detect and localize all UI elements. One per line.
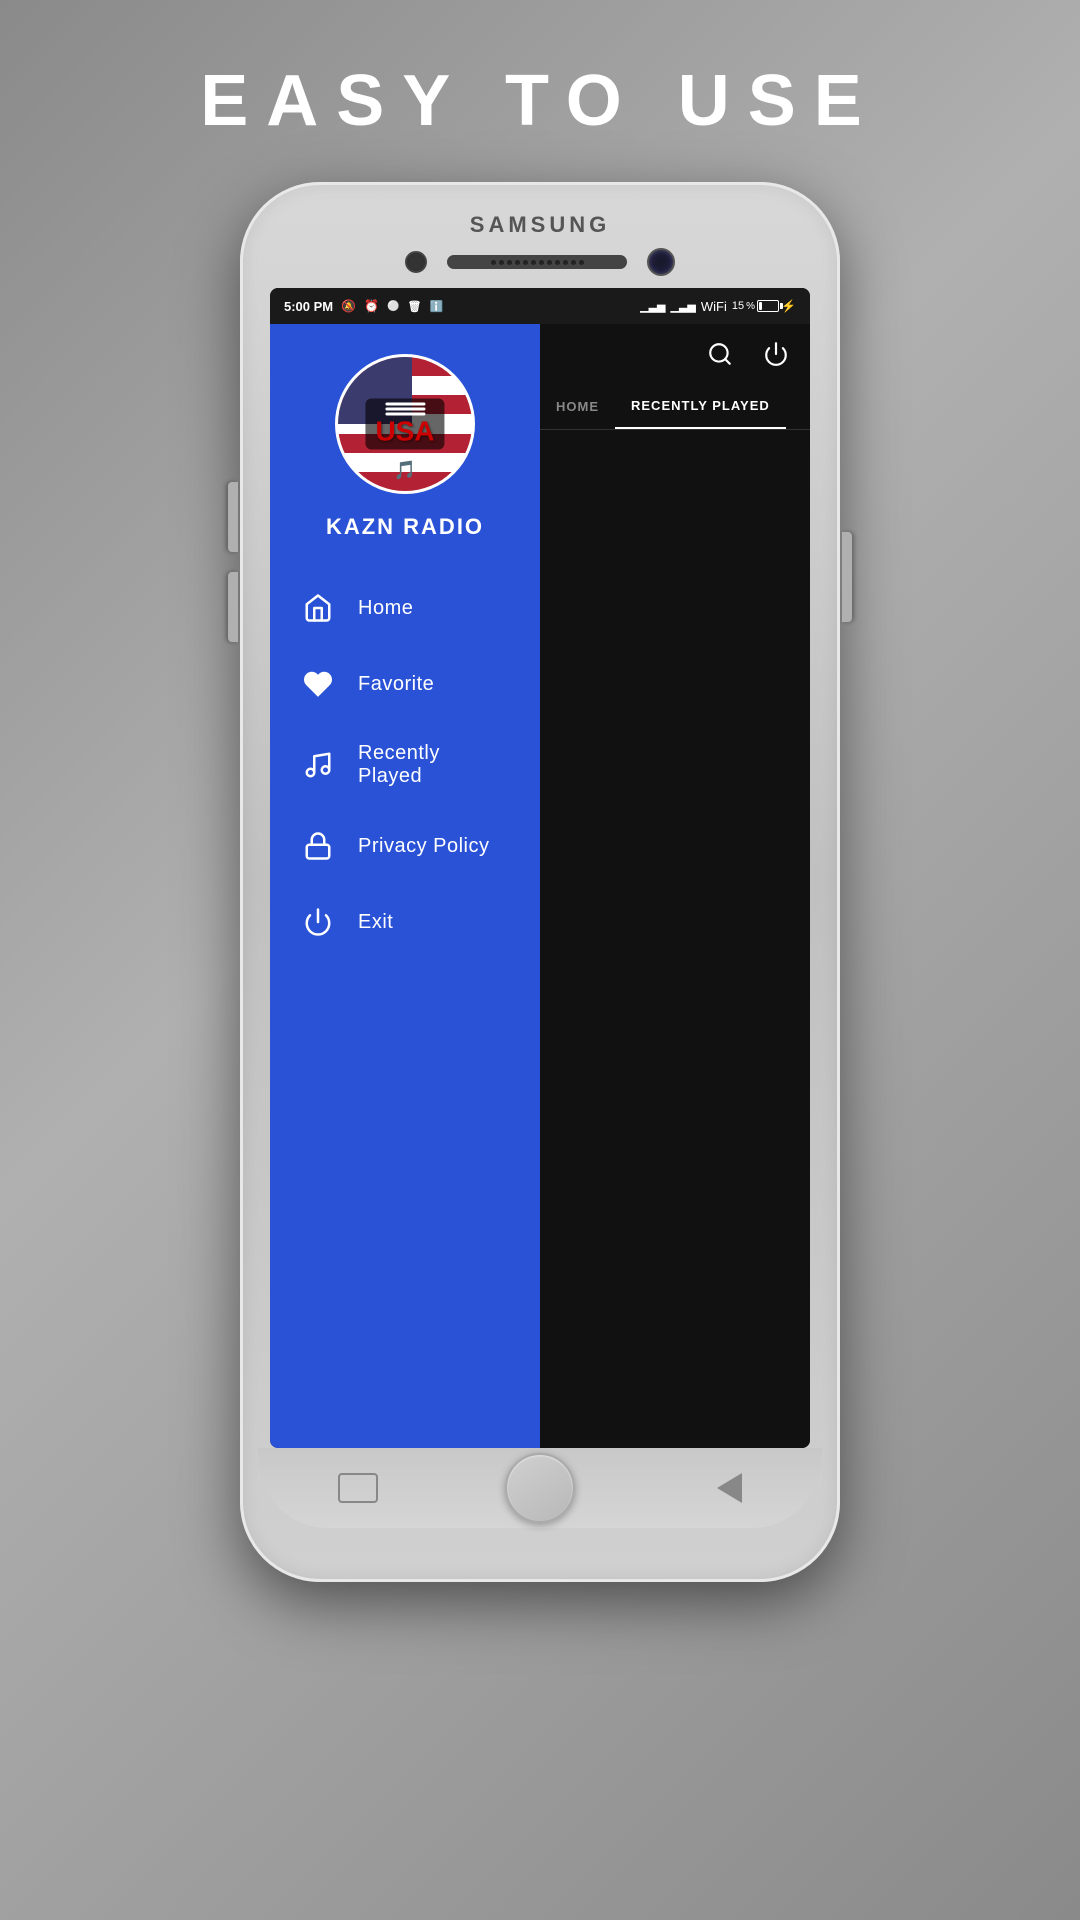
usa-flag-background: USA 🎵 [338,357,472,491]
wifi-icon: WiFi [701,299,727,314]
power-side-button[interactable] [842,532,852,622]
nav-item-favorite[interactable]: Favorite [270,646,540,722]
nav-item-recently-played[interactable]: Recently Played [270,722,540,808]
phone-bottom-bar [258,1448,822,1528]
alarm-icon: ⏰ [364,299,379,313]
signal-icon: ▁▃▅ [640,300,665,313]
favorite-label: Favorite [358,673,434,696]
tab-recently-played[interactable]: RECENTLY PLAYED [615,384,786,429]
navigation-drawer: USA 🎵 KAZN RADIO [270,324,540,1448]
signal2-icon: ▁▃▅ [671,300,696,313]
usa-label-text: USA [375,418,434,446]
nav-item-home[interactable]: Home [270,570,540,646]
status-time: 5:00 PM [284,299,333,314]
lock-icon [300,828,336,864]
app-content: USA 🎵 KAZN RADIO [270,324,810,1448]
page-headline: EASY TO USE [200,60,880,142]
nav-list: Home Favorite [270,570,540,960]
main-content-area [540,430,810,1448]
nav-item-privacy-policy[interactable]: Privacy Policy [270,808,540,884]
samsung-brand: SAMSUNG [470,212,610,238]
music-note-icon [300,747,336,783]
music-notes-decoration: 🎵 [394,460,416,481]
status-bar: 5:00 PM 🔕 ⏰ ⚪ 🗑 ℹ️ ▁▃▅ ▁▃▅ WiFi 15 % [270,288,810,324]
app-name: KAZN RADIO [326,514,484,540]
battery-icon [757,300,779,312]
volume-up-button[interactable] [228,482,238,552]
home-hardware-button[interactable] [505,1453,575,1523]
silent-mode-icon: 🔕 [341,299,356,313]
battery-indicator: 15 % ⚡ [732,299,796,313]
power-icon [300,904,336,940]
back-button[interactable] [338,1473,378,1503]
home-label: Home [358,597,413,620]
status-right-icons: ▁▃▅ ▁▃▅ WiFi 15 % ⚡ [640,299,796,314]
recently-played-label: Recently Played [358,742,510,788]
nav-item-exit[interactable]: Exit [270,884,540,960]
tab-home[interactable]: HOME [540,384,615,429]
right-panel: HOME RECENTLY PLAYED [540,324,810,1448]
battery-percent: 15 [732,300,744,312]
app-logo: USA 🎵 [335,354,475,494]
charging-icon: ⚡ [781,299,796,313]
earpiece-speaker [447,255,627,269]
home-icon [300,590,336,626]
trash-icon: 🗑 [408,300,422,313]
heart-icon [300,666,336,702]
front-camera-icon [647,248,675,276]
phone-screen: 5:00 PM 🔕 ⏰ ⚪ 🗑 ℹ️ ▁▃▅ ▁▃▅ WiFi 15 % [270,288,810,1448]
usa-radio-overlay: USA [365,399,444,450]
top-toolbar [540,324,810,384]
phone-shell: SAMSUNG 5:00 PM 🔕 ⏰ [240,182,840,1582]
exit-label: Exit [358,911,393,934]
privacy-policy-label: Privacy Policy [358,835,489,858]
tab-bar: HOME RECENTLY PLAYED [540,384,810,430]
volume-down-button[interactable] [228,572,238,642]
front-sensor-icon [405,251,427,273]
circle-icon: ⚪ [387,301,399,312]
search-toolbar-button[interactable] [702,336,738,372]
phone-top-bar [258,248,822,276]
power-toolbar-button[interactable] [758,336,794,372]
recents-button[interactable] [717,1473,742,1503]
info-icon: ℹ️ [429,300,443,313]
